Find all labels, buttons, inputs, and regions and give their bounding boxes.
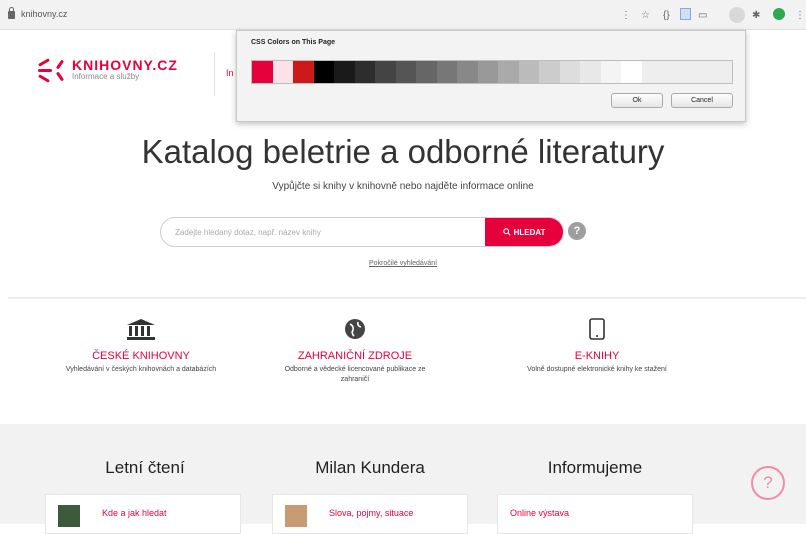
code-extension-icon[interactable]: {​} xyxy=(663,8,670,22)
advanced-search-link[interactable]: Pokročilé vyhledávání xyxy=(0,260,806,267)
logo-mark-icon xyxy=(38,57,66,83)
dialog-title: CSS Colors on This Page xyxy=(251,39,336,46)
color-swatch[interactable] xyxy=(477,61,499,83)
color-swatch[interactable] xyxy=(559,61,581,83)
color-swatch[interactable] xyxy=(375,61,396,83)
category-title: ZAHRANIČNÍ ZDROJE xyxy=(297,350,413,362)
color-swatch[interactable] xyxy=(252,61,273,83)
column-title-summer-reading: Letní čtení xyxy=(105,458,185,477)
page-subtitle: Vypůjčte si knihy v knihovně nebo najdět… xyxy=(272,181,534,192)
css-colors-dialog: CSS Colors on This Page Ok Cancel xyxy=(236,30,746,122)
category-title: E-KNIHY xyxy=(574,350,620,362)
column-title-news: Informujeme xyxy=(547,458,643,477)
category-foreign-sources[interactable]: ZAHRANIČNÍ ZDROJE Odborné a vědecké lice… xyxy=(270,318,440,385)
puzzle-extensions-icon[interactable]: ✱ xyxy=(752,8,760,22)
browser-toolbar: knihovny.cz ⋮ ☆ {​} ▭ ✱ ⋮ xyxy=(0,0,806,30)
category-ebooks[interactable]: E-KNIHY Volně dostupné elektronické knih… xyxy=(512,318,682,375)
chat-question-icon[interactable]: ? xyxy=(751,466,785,500)
image-extension-icon[interactable]: ▭ xyxy=(698,8,707,22)
tablet-icon xyxy=(589,318,605,340)
category-description: Odborné a vědecké licencované publikace … xyxy=(284,366,426,383)
color-swatch[interactable] xyxy=(395,61,417,83)
category-description: Vyhledávání v českých knihovnách a datab… xyxy=(65,366,217,373)
search-icon xyxy=(502,228,511,236)
feature-card[interactable]: Slova, pojmy, situace xyxy=(272,494,468,534)
color-swatch[interactable] xyxy=(272,61,294,83)
url-text: knihovny.cz xyxy=(21,9,68,19)
help-button[interactable]: ? xyxy=(568,222,586,240)
translate-icon[interactable]: ⋮ xyxy=(621,8,631,22)
category-czech-libraries[interactable]: ČESKÉ KNIHOVNY Vyhledávání v českých kni… xyxy=(56,318,226,375)
color-swatch[interactable] xyxy=(313,61,335,83)
color-swatch[interactable] xyxy=(457,61,478,83)
logo-name: KNIHOVNY.CZ xyxy=(72,57,178,73)
search-input[interactable] xyxy=(161,218,485,246)
color-swatch[interactable] xyxy=(621,61,642,83)
feature-card[interactable]: Kde a jak hledat xyxy=(45,494,241,534)
star-bookmark-icon[interactable]: ☆ xyxy=(641,8,650,22)
globe-icon xyxy=(344,318,366,340)
color-swatch[interactable] xyxy=(518,61,540,83)
card-link[interactable]: Slova, pojmy, situace xyxy=(329,508,413,518)
document-extension-icon[interactable] xyxy=(680,8,691,20)
color-swatch[interactable] xyxy=(641,61,732,83)
library-building-icon xyxy=(126,318,156,340)
color-swatch[interactable] xyxy=(354,61,376,83)
logo-tagline: Informace a služby xyxy=(72,72,140,81)
card-link[interactable]: Kde a jak hledat xyxy=(102,508,167,518)
ok-button[interactable]: Ok xyxy=(611,93,663,108)
category-title: ČESKÉ KNIHOVNY xyxy=(92,350,190,362)
column-title-kundera: Milan Kundera xyxy=(315,458,425,477)
search-button[interactable]: HLEDAT xyxy=(485,218,563,246)
color-swatch[interactable] xyxy=(580,61,601,83)
section-divider xyxy=(8,297,806,299)
color-swatch[interactable] xyxy=(600,61,622,83)
profile-avatar-icon[interactable] xyxy=(773,8,785,20)
lock-icon xyxy=(8,7,15,19)
search-bar: HLEDAT xyxy=(160,217,564,247)
header-nav-link[interactable]: In xyxy=(226,68,234,78)
header-divider xyxy=(214,52,215,96)
color-swatch[interactable] xyxy=(416,61,437,83)
card-link[interactable]: Online výstava xyxy=(510,508,569,518)
color-swatch[interactable] xyxy=(539,61,560,83)
cancel-button[interactable]: Cancel xyxy=(671,93,733,108)
address-bar[interactable]: knihovny.cz xyxy=(8,7,68,19)
color-swatch-strip xyxy=(251,60,733,84)
color-swatch[interactable] xyxy=(334,61,355,83)
site-logo[interactable]: KNIHOVNY.CZ Informace a služby xyxy=(38,57,178,83)
more-menu-icon[interactable]: ⋮ xyxy=(795,8,805,22)
page-title: Katalog beletrie a odborné literatury xyxy=(141,133,665,170)
feature-card[interactable]: Online výstava xyxy=(497,494,693,534)
search-button-label: HLEDAT xyxy=(513,227,546,237)
category-description: Volně dostupné elektronické knihy ke sta… xyxy=(527,366,667,373)
eyedropper-icon[interactable] xyxy=(729,7,745,23)
color-swatch[interactable] xyxy=(293,61,314,83)
color-swatch[interactable] xyxy=(498,61,519,83)
color-swatch[interactable] xyxy=(436,61,458,83)
